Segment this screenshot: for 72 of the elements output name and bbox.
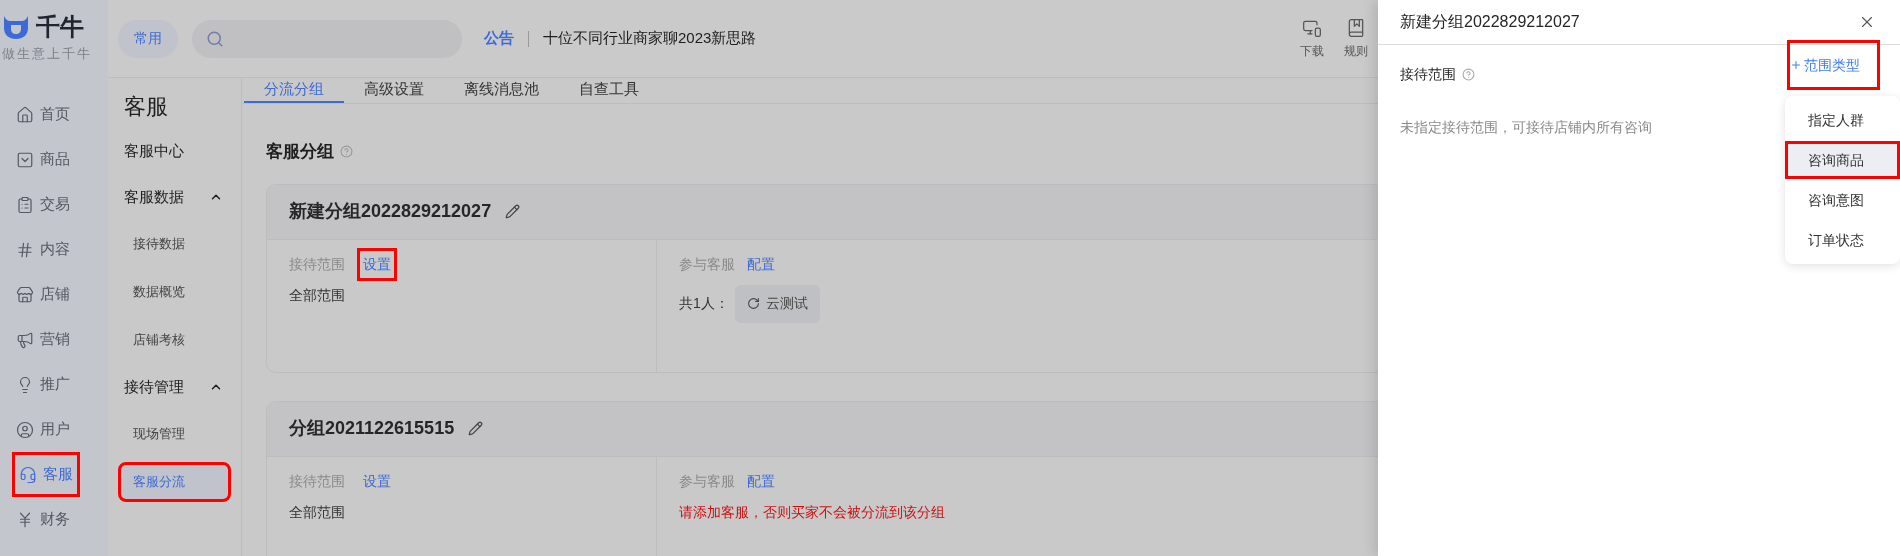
menu-item[interactable]: 指定人群 (1785, 101, 1900, 139)
drawer-title: 新建分组2022829212027 (1400, 12, 1580, 32)
configure-link[interactable]: 配置 (747, 253, 775, 275)
plus-icon (1790, 59, 1802, 71)
pencil-icon[interactable] (505, 204, 521, 219)
submenu-item[interactable]: 客服分流 (118, 462, 231, 502)
nav-item[interactable]: 用户 (0, 407, 108, 452)
nav-item[interactable]: 内容 (0, 227, 108, 272)
field-label: 参与客服 (679, 471, 735, 491)
search-field[interactable] (192, 19, 462, 58)
nav-item[interactable]: 首页 (0, 92, 108, 137)
notice-label: 公告 (484, 28, 514, 49)
staff-count: 共1人： (679, 294, 729, 313)
tab[interactable]: 高级设置 (344, 78, 444, 103)
nav-item[interactable]: 客服 (12, 452, 80, 497)
megaphone-icon (16, 330, 34, 349)
submenu-item[interactable]: 店铺考核 (118, 320, 231, 360)
field-label: 接待范围 (289, 254, 345, 274)
toolbar-button[interactable]: 规则 (1344, 17, 1368, 60)
submenu-item[interactable]: 接待数据 (118, 224, 231, 264)
submenu-item[interactable]: 现场管理 (118, 414, 231, 454)
menu-item[interactable]: 咨询商品 (1785, 141, 1900, 179)
hash-icon (16, 240, 34, 259)
help-icon (1462, 67, 1475, 81)
nav-item[interactable]: 交易 (0, 182, 108, 227)
section-title: 客服分组 (266, 140, 334, 163)
nav-item[interactable]: 推广 (0, 362, 108, 407)
empty-hint: 未指定接待范围，可接待店铺内所有咨询 (1400, 118, 1652, 137)
group-title: 新建分组2022829212027 (289, 200, 492, 223)
field-label: 参与客服 (679, 254, 735, 274)
settings-link[interactable]: 设置 (357, 247, 397, 281)
square-chevron-icon (16, 150, 34, 169)
help-icon (340, 145, 353, 158)
settings-link[interactable]: 设置 (357, 464, 397, 498)
user-icon (16, 420, 34, 439)
house-icon (16, 105, 34, 124)
section-heading: 客服 (123, 92, 169, 121)
submenu-group[interactable]: 接待管理 (118, 364, 241, 410)
submenu-group[interactable]: 客服数据 (118, 174, 241, 220)
nav-item[interactable]: 财务 (0, 497, 108, 542)
submenu-item[interactable]: 客服中心 (118, 128, 241, 174)
warning-text: 请添加客服，否则买家不会被分流到该分组 (679, 502, 946, 522)
field-label: 接待范围 (289, 471, 345, 491)
toolbar-button[interactable]: 下载 (1300, 17, 1324, 60)
scope-value: 全部范围 (289, 502, 346, 522)
group-title: 分组2021122615515 (289, 417, 455, 440)
add-scope-type-button[interactable]: 范围类型 (1787, 40, 1880, 90)
tab[interactable]: 自查工具 (559, 78, 659, 103)
store-icon (16, 285, 34, 304)
nav-item[interactable]: 店铺 (0, 272, 108, 317)
clipboard-icon (16, 195, 34, 214)
configure-link[interactable]: 配置 (747, 470, 775, 492)
slogan: 做生意上千牛 (2, 45, 93, 63)
logo-text: 千牛 (36, 15, 84, 39)
menu-item[interactable]: 咨询意图 (1785, 181, 1900, 219)
book-icon (1346, 17, 1366, 38)
submenu-item[interactable]: 数据概览 (118, 272, 231, 312)
tab[interactable]: 离线消息池 (444, 78, 559, 103)
notice-text[interactable]: 十位不同行业商家聊2023新思路 (543, 27, 757, 50)
field-label: 接待范围 (1400, 64, 1456, 84)
logo-icon (2, 14, 30, 40)
scope-value: 全部范围 (289, 285, 346, 305)
menu-item[interactable]: 订单状态 (1785, 221, 1900, 259)
frequent-button[interactable]: 常用 (118, 19, 178, 58)
nav-item[interactable]: 营销 (0, 317, 108, 362)
staff-chip[interactable]: 云测试 (734, 284, 820, 323)
nav-item[interactable]: 商品 (0, 137, 108, 182)
search-icon (206, 29, 224, 48)
rotate-icon (746, 297, 760, 310)
tab[interactable]: 分流分组 (244, 78, 344, 103)
pencil-icon[interactable] (468, 421, 484, 436)
headset-icon (19, 465, 37, 484)
